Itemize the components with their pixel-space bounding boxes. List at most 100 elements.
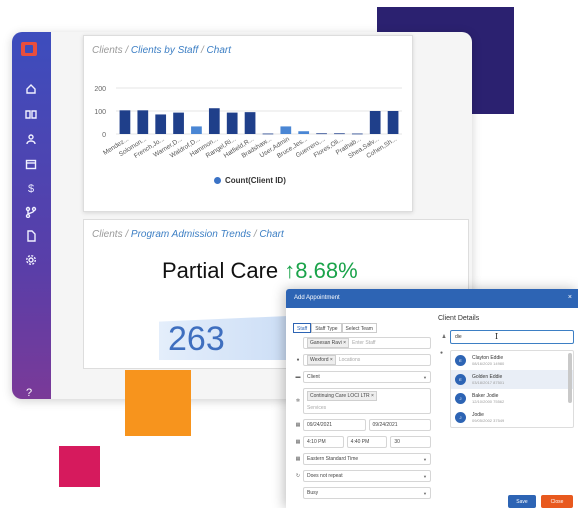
close-icon[interactable]: ×: [568, 294, 572, 301]
chevron-down-icon: ▼: [423, 491, 427, 496]
time-calendar-icon: ▦: [295, 439, 301, 445]
tab-select-team[interactable]: Select Team: [341, 323, 377, 333]
calendar-icon[interactable]: [24, 158, 38, 172]
avatar: J: [455, 393, 466, 404]
text-cursor-icon: I: [495, 332, 499, 341]
location-placeholder: Locations: [338, 357, 361, 363]
breadcrumb-mid[interactable]: Program Admission Trends: [131, 229, 251, 240]
modal-title: Add Appointment: [294, 295, 340, 301]
bar[interactable]: [137, 110, 149, 134]
breadcrumb-mid[interactable]: Clients by Staff: [131, 45, 198, 56]
location-field[interactable]: Wexford × Locations: [303, 354, 431, 366]
book-icon[interactable]: [24, 108, 38, 122]
document-icon[interactable]: [24, 230, 38, 244]
decorative-orange-block: [125, 370, 191, 436]
list-item[interactable]: E Golden Eddie 03/18/2017 87501: [451, 370, 573, 389]
bar[interactable]: [119, 110, 131, 134]
list-item[interactable]: E Clayton Eddie 08/16/2020 14980: [451, 351, 573, 370]
list-item[interactable]: J Jodie 09/05/2002 37549: [451, 408, 573, 427]
y-tick-label: 200: [94, 86, 106, 93]
staff-field[interactable]: Ganesan Ravi × Enter Staff: [303, 337, 431, 349]
start-date-field[interactable]: 09/24/2021: [303, 419, 366, 431]
kpi-label: Partial Care: [162, 258, 279, 283]
breadcrumb: Clients / Program Admission Trends / Cha…: [92, 229, 284, 240]
decorative-pink-block: [59, 446, 100, 487]
staff-chip[interactable]: Ganesan Ravi ×: [307, 338, 349, 348]
status-value: Busy: [307, 490, 319, 496]
kpi-title: Partial Care ↑8.68%: [162, 258, 358, 284]
result-sub: 12/10/2000 75562: [472, 399, 505, 404]
y-tick-label: 0: [102, 132, 106, 139]
date-calendar-icon: ▦: [295, 422, 301, 428]
scrollbar[interactable]: [568, 353, 572, 403]
duration-field[interactable]: 30: [390, 436, 432, 448]
bar[interactable]: [208, 108, 220, 134]
repeat-select[interactable]: Does not repeat ▼: [303, 470, 431, 482]
staff-placeholder: Enter Staff: [352, 340, 376, 346]
bar[interactable]: [226, 112, 238, 134]
bar[interactable]: [244, 112, 256, 134]
bar[interactable]: [316, 133, 327, 135]
status-select[interactable]: Busy ▼: [303, 487, 431, 499]
start-time-field[interactable]: 4:10 PM: [303, 436, 344, 448]
client-search-input[interactable]: die I: [450, 330, 574, 344]
end-date-field[interactable]: 09/24/2021: [368, 419, 431, 431]
client-search-value: die: [455, 334, 462, 340]
close-button[interactable]: Close: [541, 495, 573, 508]
legend-label: Count(Client ID): [225, 176, 286, 185]
client-results-list: E Clayton Eddie 08/16/2020 14980 E Golden…: [450, 350, 574, 428]
result-sub: 08/16/2020 14980: [472, 361, 505, 366]
result-sub: 03/18/2017 87501: [472, 380, 505, 385]
service-field[interactable]: Continuing Care LOCI LTR × Services: [303, 388, 431, 414]
screenshot-stage: $ ? Clients / Clients by Staff / Chart 2…: [0, 0, 578, 508]
bar[interactable]: [369, 111, 381, 134]
sidebar: $ ?: [12, 32, 51, 399]
tab-staff-type[interactable]: Staff Type: [311, 323, 342, 333]
chevron-down-icon: ▼: [423, 375, 427, 380]
help-icon[interactable]: ?: [26, 387, 32, 399]
save-button[interactable]: Save: [508, 495, 536, 508]
bar[interactable]: [155, 114, 167, 134]
chart-legend[interactable]: Count(Client ID): [214, 176, 286, 185]
end-time-field[interactable]: 4:40 PM: [346, 436, 388, 448]
client-details-panel: Client Details ♟ die I ● E Clayton Eddie…: [438, 315, 574, 428]
settings-icon[interactable]: [24, 254, 38, 268]
bar[interactable]: [298, 131, 310, 134]
bar[interactable]: [387, 111, 399, 134]
timezone-select[interactable]: Eastern Standard Time ▼: [303, 453, 431, 465]
client-select-value: Client: [307, 374, 320, 380]
app-logo[interactable]: [21, 42, 37, 56]
person-icon: ♟: [441, 334, 447, 340]
avatar: E: [455, 355, 466, 366]
bar[interactable]: [262, 133, 274, 135]
appointment-form: Staff Staff Type Select Team Ganesan Rav…: [293, 323, 432, 503]
home-icon[interactable]: [24, 83, 38, 97]
avatar: J: [455, 412, 466, 423]
service-chip[interactable]: Continuing Care LOCI LTR ×: [307, 391, 377, 401]
result-sub: 09/05/2002 37549: [472, 418, 505, 423]
avatar: E: [455, 374, 466, 385]
bar-chart: 2001000Mendez...Solomon...French,Jo...Wa…: [94, 86, 402, 160]
bar[interactable]: [191, 126, 202, 134]
user-icon[interactable]: [24, 133, 38, 147]
bar[interactable]: [334, 133, 345, 135]
chevron-down-icon: ▼: [423, 457, 427, 462]
timezone-value: Eastern Standard Time: [307, 456, 359, 462]
repeat-value: Does not repeat: [307, 473, 343, 479]
location-chip[interactable]: Wexford ×: [307, 355, 336, 365]
list-item[interactable]: J Baker Jodie 12/10/2000 75562: [451, 389, 573, 408]
breadcrumb-root[interactable]: Clients: [92, 229, 123, 240]
kpi-change: ↑8.68%: [284, 258, 358, 283]
bar[interactable]: [173, 112, 184, 134]
breadcrumb: Clients / Clients by Staff / Chart: [92, 45, 231, 56]
timezone-icon: ▦: [295, 456, 301, 462]
breadcrumb-root[interactable]: Clients: [92, 45, 123, 56]
dollar-icon[interactable]: $: [24, 182, 38, 196]
bar[interactable]: [280, 126, 292, 134]
client-select[interactable]: Client ▼: [303, 371, 431, 383]
tab-staff[interactable]: Staff: [293, 323, 312, 333]
bar[interactable]: [351, 133, 363, 135]
flow-icon[interactable]: [24, 206, 38, 220]
location-pin-icon: ●: [296, 357, 300, 363]
service-gear-icon: ✲: [295, 398, 301, 404]
